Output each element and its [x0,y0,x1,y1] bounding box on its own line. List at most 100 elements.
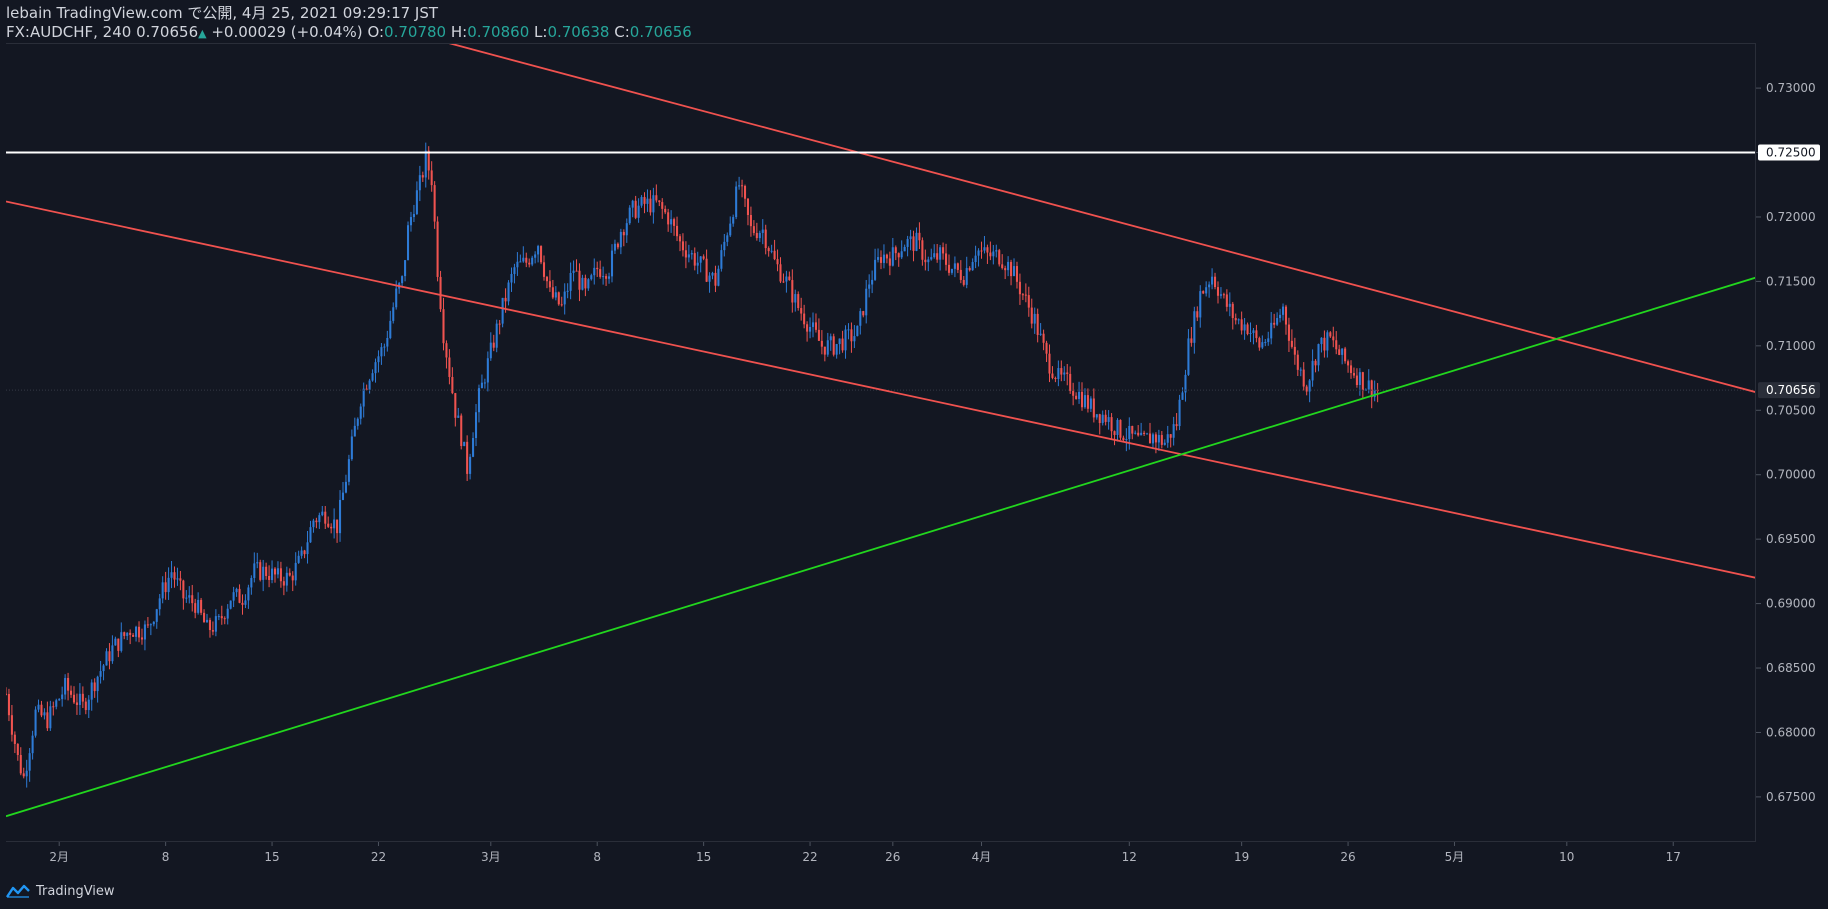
candle-body [817,329,820,341]
candle-body [185,597,188,599]
candle-body [489,342,492,359]
high-label: H: [450,23,468,41]
candle-body [1154,434,1157,443]
candle-body [64,677,67,695]
candle-body [1311,360,1314,381]
candle-body [250,577,253,588]
candle-body [1137,432,1140,436]
candle-body [279,568,282,582]
candle-body [271,568,274,581]
candle-body [1326,332,1329,351]
candle-body [921,240,924,260]
candle-body [743,185,747,199]
price-label-text: 0.72500 [1766,146,1816,160]
candle-body [1305,386,1308,392]
candle-body [1110,417,1113,432]
candle-body [605,276,608,279]
candle-body [126,632,129,636]
candle-body [433,185,436,222]
candle-body [55,700,58,707]
candle-body [667,212,670,225]
candle-body [684,250,687,258]
candle-body [1089,398,1092,409]
candle-body [871,279,874,285]
candle-body [927,259,930,263]
x-tick-label: 3月 [481,850,501,864]
candle-body [811,322,815,327]
candle-body [693,253,696,266]
tradingview-logo-icon [6,884,30,898]
y-tick-label: 0.71000 [1766,339,1816,353]
chart-header: lebain TradingView.com で公開, 4月 25, 2021 … [6,4,692,43]
candle-body [986,247,989,253]
candle-body [581,277,584,290]
y-tick-label: 0.69500 [1766,532,1816,546]
x-tick-label: 15 [264,850,279,864]
chart-canvas[interactable]: 0.67500 0.68000 0.68500 0.69000 0.69500 0.700… [0,0,1828,909]
candle-body [847,329,850,331]
y-tick-label: 0.69000 [1766,597,1816,611]
candle-body [1098,414,1101,424]
candle-body [182,580,185,599]
candle-body [1341,348,1344,355]
candle-body [865,288,868,316]
candle-body [1122,437,1125,441]
candle-body [152,621,155,625]
candle-body [575,270,578,272]
candle-body [1175,424,1178,427]
candle-body [1344,348,1347,362]
footer-brand[interactable]: TradingView [6,880,115,902]
candle-body [540,246,543,263]
candle-body [436,221,439,277]
publish-info: lebain TradingView.com で公開, 4月 25, 2021 … [6,4,439,22]
candle-body [879,257,883,263]
candle-body [1264,341,1267,343]
candle-body [31,735,34,754]
candle-body [1358,372,1361,386]
candle-body [1051,373,1054,378]
candle-body [785,276,788,282]
candle-body [501,297,504,324]
candle-body [1234,318,1237,321]
candle-body [288,572,291,576]
y-tick-label: 0.68000 [1766,725,1816,739]
candle-body [850,329,853,342]
candle-body [232,592,235,601]
candle-body [1320,337,1323,345]
candle-body [1119,419,1122,438]
candle-body [962,279,965,285]
candle-body [1222,294,1225,296]
candle-body [132,634,135,637]
candle-body [235,588,238,593]
candle-body [173,572,176,580]
candle-body [983,247,986,251]
candle-body [1054,377,1057,379]
candle-body [791,280,794,303]
candle-body [297,555,300,563]
candle-body [720,250,723,269]
candle-body [563,291,566,305]
candle-body [968,268,971,271]
candle-body [1143,432,1146,435]
candle-body [1219,294,1222,296]
low-label: L: [534,23,548,41]
candle-body [634,200,637,218]
candle-body [773,250,776,260]
candle-body [1193,311,1196,343]
candle-body [749,215,752,227]
candle-body [365,388,368,390]
candle-body [1146,433,1149,435]
candle-body [1208,284,1211,288]
y-tick-label: 0.73000 [1766,81,1816,95]
candle-body [200,599,203,613]
candle-body [205,619,209,623]
candle-body [392,307,395,321]
candle-body [7,693,10,716]
candle-body [1116,419,1119,435]
candle-body [265,566,268,576]
candle-body [146,624,149,626]
candle-body [877,257,880,260]
candle-body [557,292,560,305]
candle-body [797,294,800,309]
candle-body [1329,332,1332,337]
